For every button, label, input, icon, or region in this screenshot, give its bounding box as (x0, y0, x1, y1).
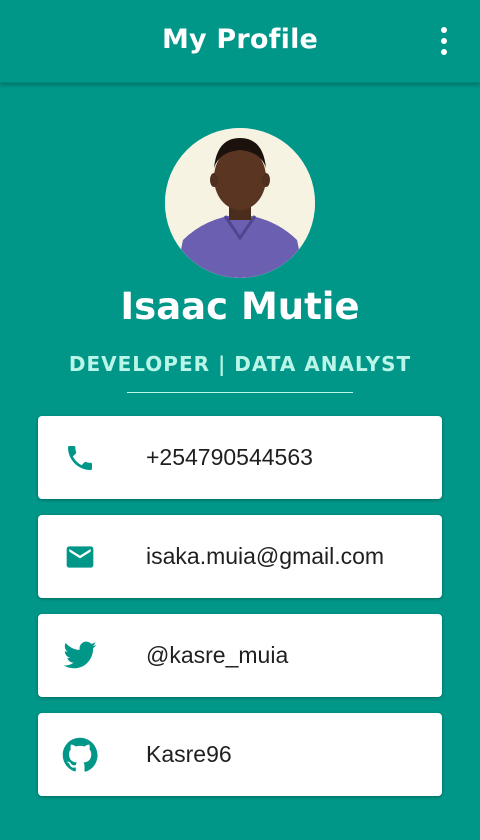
contact-card-email[interactable]: isaka.muia@gmail.com (38, 515, 442, 598)
phone-icon (62, 440, 98, 476)
email-address: isaka.muia@gmail.com (146, 543, 385, 569)
more-vert-icon[interactable] (428, 22, 460, 60)
github-username: Kasre96 (146, 741, 232, 767)
email-icon (62, 539, 98, 575)
app-bar: My Profile (0, 0, 480, 83)
contact-card-github[interactable]: Kasre96 (38, 713, 442, 796)
page-title: My Profile (161, 24, 319, 55)
profile-name: Isaac Mutie (120, 285, 360, 328)
github-icon (62, 737, 98, 773)
contact-card-phone[interactable]: +254790544563 (38, 416, 442, 499)
divider (127, 392, 353, 393)
profile-role: DEVELOPER | DATA ANALYST (68, 352, 412, 376)
twitter-handle: @kasre_muia (146, 642, 289, 668)
contact-card-twitter[interactable]: @kasre_muia (38, 614, 442, 697)
avatar (165, 128, 315, 278)
phone-number: +254790544563 (146, 444, 313, 470)
twitter-icon (62, 638, 98, 674)
